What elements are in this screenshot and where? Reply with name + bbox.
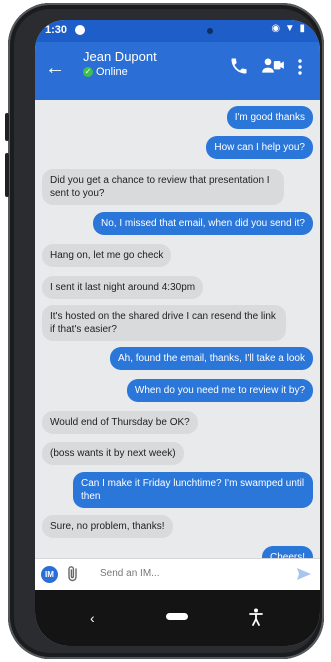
- system-nav-bar: ‹: [35, 590, 320, 646]
- side-button: [5, 113, 9, 141]
- contact-name: Jean Dupont: [83, 49, 157, 64]
- app-bar: ← Jean Dupont ✓ Online: [35, 42, 320, 100]
- message-outgoing[interactable]: Can I make it Friday lunchtime? I'm swam…: [73, 472, 313, 508]
- status-bar: 1:30 ◉ ▼ ▮: [35, 20, 320, 42]
- presence-status: ✓ Online: [83, 66, 128, 78]
- check-icon: ✓: [83, 67, 93, 77]
- message-outgoing[interactable]: No, I missed that email, when did you se…: [93, 212, 313, 235]
- message-incoming[interactable]: Would end of Thursday be OK?: [42, 411, 198, 434]
- composer-bar: IM Send an IM...: [35, 558, 320, 591]
- nav-home-button[interactable]: [166, 613, 188, 620]
- video-call-icon[interactable]: [261, 56, 285, 76]
- message-outgoing[interactable]: I'm good thanks: [226, 106, 313, 129]
- message-incoming[interactable]: Hang on, let me go check: [42, 244, 172, 267]
- message-incoming[interactable]: I sent it last night around 4:30pm: [42, 276, 204, 299]
- message-incoming[interactable]: It's hosted on the shared drive I can re…: [42, 305, 286, 341]
- accessibility-icon[interactable]: [249, 608, 263, 626]
- presence-label: Online: [96, 66, 128, 78]
- back-arrow-icon[interactable]: ←: [45, 58, 65, 78]
- more-vert-icon[interactable]: [297, 58, 303, 76]
- message-incoming[interactable]: (boss wants it by next week): [42, 442, 184, 465]
- message-input[interactable]: Send an IM...: [100, 568, 159, 579]
- status-time: 1:30: [45, 24, 68, 36]
- message-outgoing[interactable]: Ah, found the email, thanks, I'll take a…: [109, 347, 313, 370]
- message-incoming[interactable]: Sure, no problem, thanks!: [42, 515, 173, 538]
- side-button: [5, 153, 9, 197]
- message-outgoing[interactable]: When do you need me to review it by?: [126, 379, 313, 402]
- paperclip-icon[interactable]: [65, 565, 81, 583]
- message-incoming[interactable]: Did you get a chance to review that pres…: [42, 169, 284, 205]
- front-camera: [207, 28, 213, 34]
- message-outgoing[interactable]: How can I help you?: [206, 136, 313, 159]
- nav-back-icon[interactable]: ‹: [90, 610, 95, 626]
- notification-icon: [75, 25, 85, 35]
- send-icon[interactable]: [296, 567, 312, 581]
- message-list: I'm good thanks How can I help you? Did …: [35, 100, 320, 585]
- screen: 1:30 ◉ ▼ ▮ ← Jean Dupont ✓ Online I'm go…: [35, 20, 320, 646]
- im-mode-button[interactable]: IM: [41, 566, 58, 583]
- status-icons: ◉ ▼ ▮: [271, 23, 306, 34]
- phone-icon[interactable]: [229, 56, 249, 76]
